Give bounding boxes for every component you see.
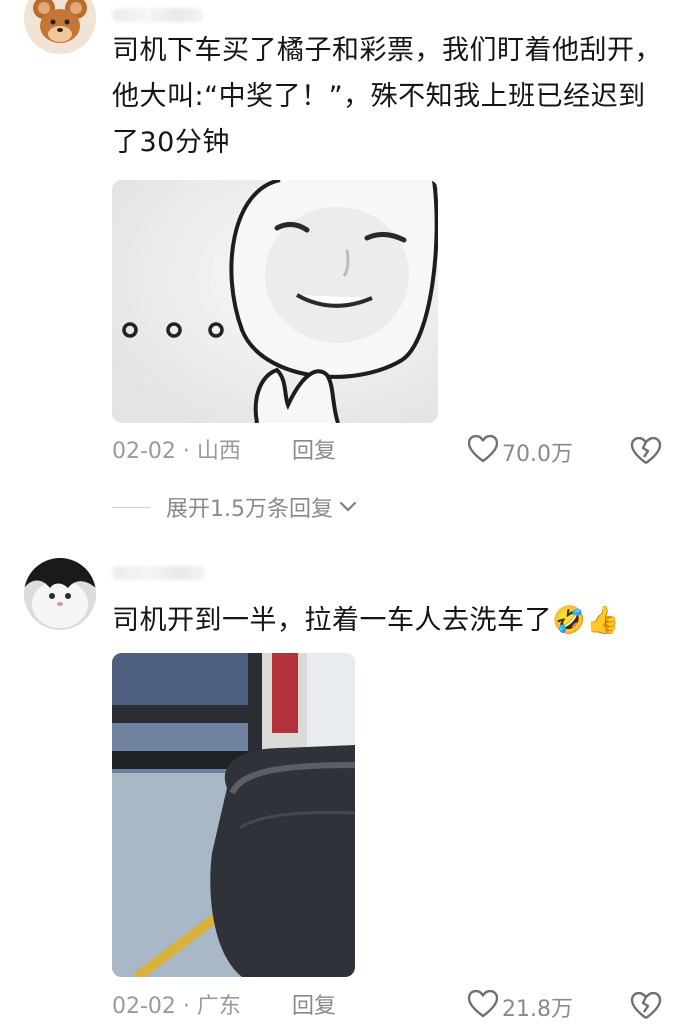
like-button[interactable]: 21.8万: [467, 989, 573, 1024]
expand-replies-label: 展开1.5万条回复: [166, 497, 333, 522]
expand-replies[interactable]: 展开1.5万条回复: [112, 490, 357, 524]
avatar[interactable]: [24, 558, 96, 630]
like-button[interactable]: 70.0万: [467, 434, 573, 469]
username-blurred[interactable]: [112, 566, 206, 580]
like-count: 21.8万: [502, 997, 573, 1022]
like-count: 70.0万: [502, 442, 573, 467]
comment-meta: 02-02 · 山西 回复 70.0万: [112, 434, 666, 471]
dislike-button[interactable]: [630, 991, 662, 1026]
heart-icon: [467, 989, 499, 1024]
broken-heart-icon: [630, 991, 662, 1026]
laughing-emoji: 🤣: [552, 605, 587, 636]
thumbs-up-emoji: 👍: [586, 605, 621, 636]
dislike-button[interactable]: [630, 436, 662, 471]
avatar[interactable]: [24, 0, 96, 54]
broken-heart-icon: [630, 436, 662, 471]
heart-icon: [467, 434, 499, 469]
username-blurred[interactable]: [112, 8, 204, 22]
reply-button[interactable]: 回复: [292, 990, 336, 1024]
comment-text: 司机开到一半，拉着一车人去洗车了🤣👍: [112, 598, 672, 644]
reply-button[interactable]: 回复: [292, 435, 336, 469]
comment-item: 司机开到一半，拉着一车人去洗车了🤣👍 02-02 · 广东 回复 21.8万: [0, 550, 690, 1022]
divider-line: [112, 506, 150, 508]
comment-text-body: 司机开到一半，拉着一车人去洗车了: [112, 605, 552, 636]
comment-image[interactable]: [112, 653, 355, 977]
comment-meta: 02-02 · 广东 回复 21.8万: [112, 989, 666, 1026]
comment-item: 司机下车买了橘子和彩票，我们盯着他刮开，他大叫:“中奖了！”，殊不知我上班已经迟…: [0, 0, 690, 530]
date-location: 02-02 · 广东: [112, 994, 241, 1019]
chevron-down-icon: [339, 495, 357, 520]
comment-text: 司机下车买了橘子和彩票，我们盯着他刮开，他大叫:“中奖了！”，殊不知我上班已经迟…: [112, 35, 662, 158]
date-location: 02-02 · 山西: [112, 439, 241, 464]
comment-image[interactable]: [112, 180, 438, 423]
